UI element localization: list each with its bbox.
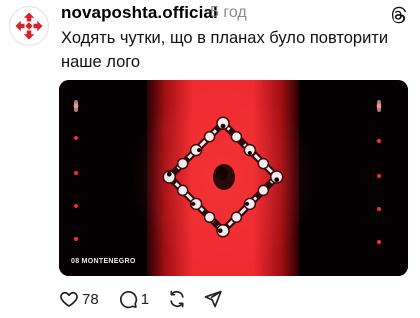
heart-icon <box>60 291 78 307</box>
video-watermark: 08 MONTENEGRO <box>71 258 136 265</box>
avatar[interactable] <box>9 6 49 46</box>
post-actions: 78 1 <box>59 288 223 310</box>
threads-icon[interactable] <box>389 6 407 24</box>
reply-count: 1 <box>140 290 150 308</box>
repost-icon <box>170 290 184 308</box>
share-button[interactable] <box>203 289 223 309</box>
nova-poshta-logo-icon <box>15 12 43 40</box>
reply-button[interactable]: 1 <box>118 289 149 309</box>
like-button[interactable]: 78 <box>59 289 99 309</box>
video-frame <box>59 80 408 276</box>
like-count: 78 <box>82 290 99 308</box>
post-caption: Ходять чутки, що в планах було повторити… <box>61 29 389 71</box>
post-video[interactable]: 08 MONTENEGRO <box>59 80 408 276</box>
post-time: 5 год <box>210 4 247 21</box>
username[interactable]: novaposhta.official <box>61 3 218 23</box>
repost-button[interactable] <box>167 289 187 309</box>
comment-icon <box>119 291 137 309</box>
share-icon <box>204 290 222 308</box>
